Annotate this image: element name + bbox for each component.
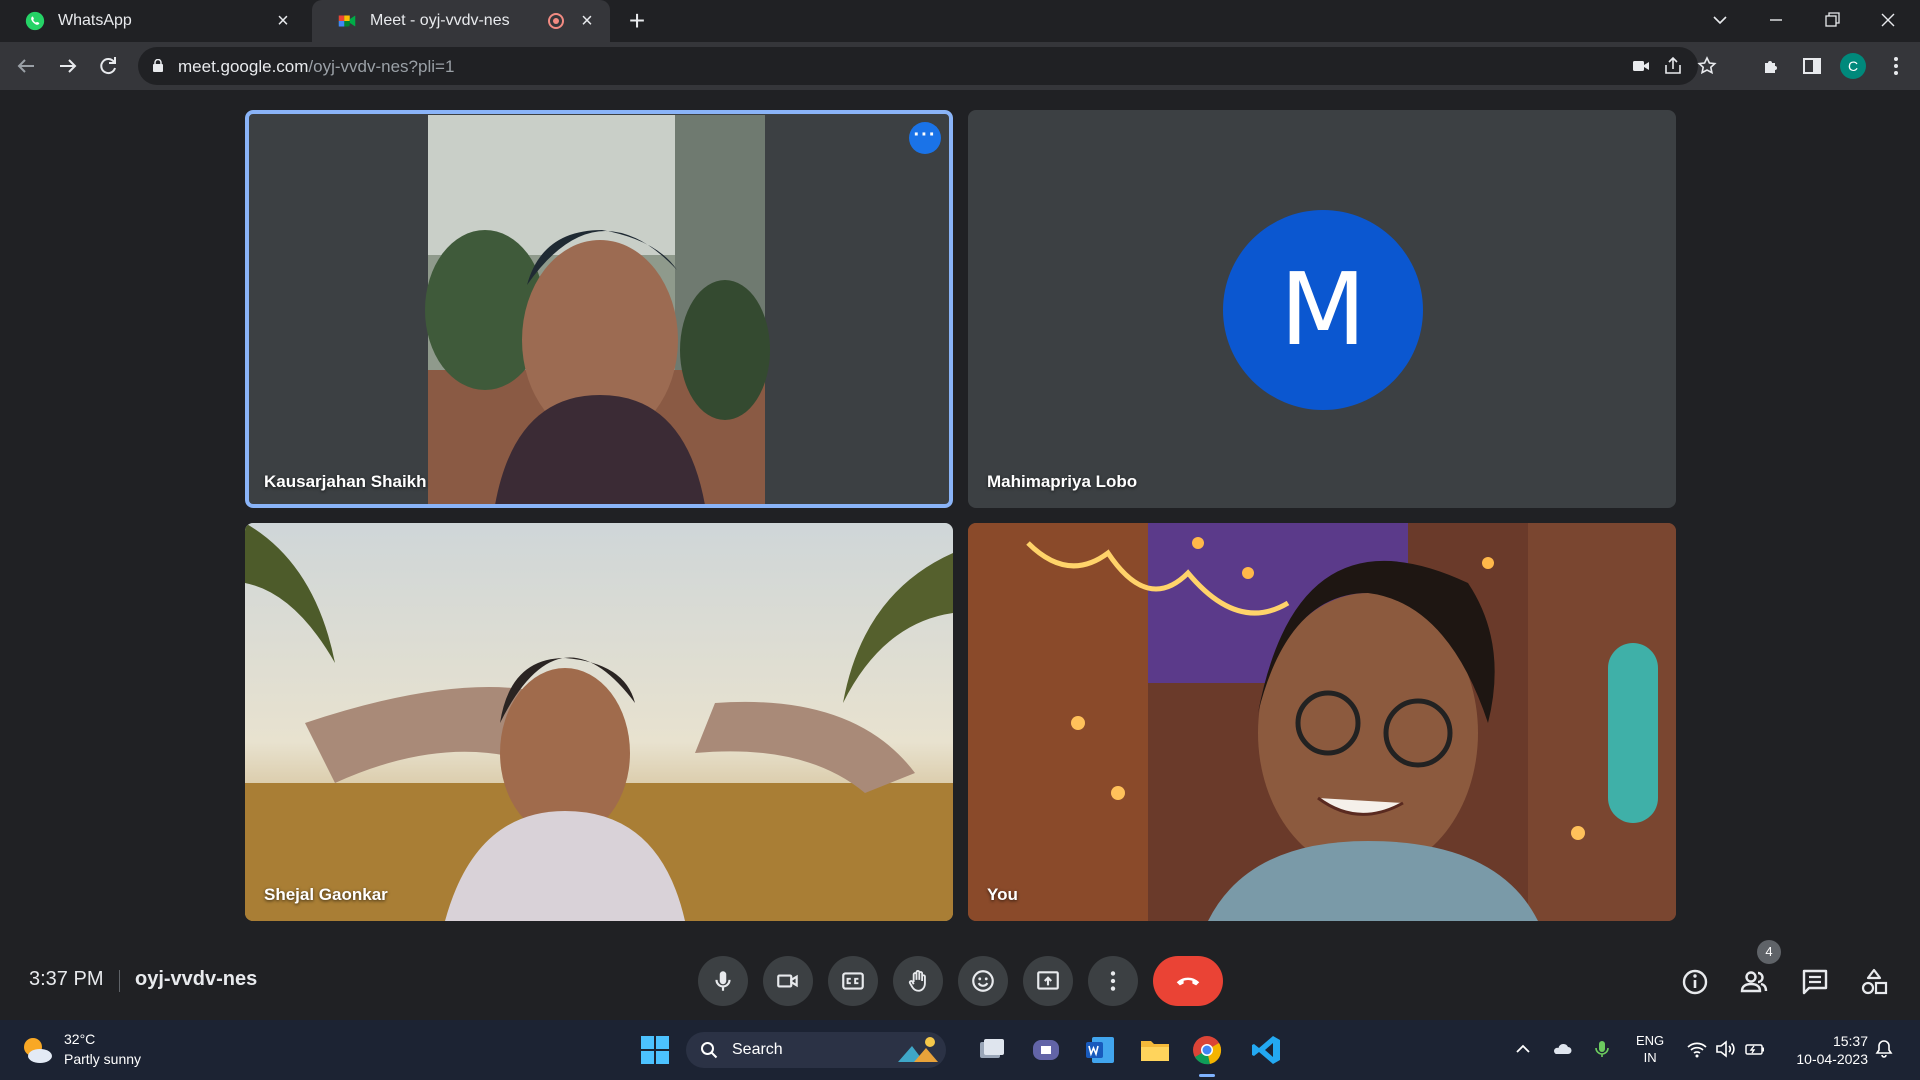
clock-time: 15:37 <box>1832 1033 1868 1049</box>
microphone-button[interactable] <box>698 956 748 1006</box>
input-language-indicator[interactable]: ENG IN <box>1636 1032 1664 1066</box>
lock-icon[interactable] <box>153 59 163 72</box>
browser-toolbar: meet.google.com/oyj-vvdv-nes?pli=1 C <box>0 42 1920 90</box>
participant-avatar: M <box>1223 210 1423 410</box>
captions-button[interactable] <box>828 956 878 1006</box>
back-arrow-icon[interactable] <box>10 50 42 82</box>
leave-call-button[interactable] <box>1153 956 1223 1006</box>
participant-tile[interactable]: Shejal Gaonkar <box>245 523 953 921</box>
weather-temperature[interactable]: 32°C <box>64 1031 95 1047</box>
task-view-icon[interactable] <box>975 1033 1009 1067</box>
participant-name: You <box>987 885 1018 904</box>
present-screen-icon <box>1037 971 1059 990</box>
microphone-in-use-icon[interactable] <box>1591 1038 1613 1060</box>
vscode-icon[interactable] <box>1249 1033 1283 1067</box>
divider <box>119 970 120 992</box>
active-app-indicator <box>1199 1074 1215 1077</box>
extensions-puzzle-icon[interactable] <box>1760 54 1784 78</box>
google-meet-icon <box>338 15 356 27</box>
reactions-button[interactable] <box>958 956 1008 1006</box>
meet-stage: ··· Kausarjahan Shaikh M Mahimapriya Lob… <box>0 90 1920 1020</box>
teams-chat-icon[interactable] <box>1029 1033 1063 1067</box>
tab-whatsapp[interactable]: WhatsApp × <box>0 0 306 42</box>
meeting-code: oyj-vvdv-nes <box>135 968 258 990</box>
video-camera-icon <box>777 974 798 988</box>
participant-video <box>968 523 1676 921</box>
side-panel-icon[interactable] <box>1800 54 1824 78</box>
wifi-icon[interactable] <box>1686 1038 1708 1060</box>
participant-tile[interactable]: M Mahimapriya Lobo <box>968 110 1676 508</box>
microsoft-word-icon[interactable] <box>1083 1033 1117 1067</box>
hang-up-phone-icon <box>1176 977 1200 986</box>
meeting-time: 3:37 PM <box>29 968 104 990</box>
meeting-details-info-icon[interactable] <box>1679 966 1711 998</box>
tab-title: WhatsApp <box>58 12 132 29</box>
google-chrome-icon[interactable] <box>1190 1033 1224 1067</box>
participant-tile[interactable]: You <box>968 523 1676 921</box>
activities-icon[interactable] <box>1858 966 1890 998</box>
raise-hand-button[interactable] <box>893 956 943 1006</box>
url-path: /oyj-vvdv-nes?pli=1 <box>308 57 455 76</box>
participant-name: Kausarjahan Shaikh <box>264 472 427 491</box>
close-tab-icon[interactable]: × <box>272 10 294 32</box>
close-tab-icon[interactable]: × <box>576 10 598 32</box>
onedrive-cloud-icon[interactable] <box>1551 1038 1573 1060</box>
participant-video <box>245 523 953 921</box>
language-region: IN <box>1643 1050 1657 1065</box>
volume-icon[interactable] <box>1714 1038 1736 1060</box>
restore-icon[interactable] <box>1810 4 1854 36</box>
search-label: Search <box>732 1041 783 1058</box>
microphone-icon <box>715 971 731 991</box>
tab-search-chevron-icon[interactable] <box>1698 4 1742 36</box>
address-bar[interactable]: meet.google.com/oyj-vvdv-nes?pli=1 <box>138 47 1717 85</box>
taskbar-search[interactable]: Search <box>686 1032 946 1068</box>
file-explorer-icon[interactable] <box>1138 1033 1172 1067</box>
more-options-button[interactable]: ··· <box>909 122 941 154</box>
share-icon[interactable] <box>1662 55 1684 77</box>
whatsapp-icon <box>25 11 45 31</box>
participant-video <box>245 110 953 508</box>
browser-tab-strip: WhatsApp × Meet - oyj-vvdv-nes × + <box>0 0 1920 42</box>
url-host: meet.google.com <box>178 57 309 76</box>
close-window-icon[interactable] <box>1866 4 1910 36</box>
system-clock[interactable]: 15:37 10-04-2023 <box>1784 1032 1868 1068</box>
forward-arrow-icon[interactable] <box>52 50 84 82</box>
raise-hand-icon <box>908 970 926 992</box>
bookmark-star-icon[interactable] <box>1696 55 1718 77</box>
search-highlight-icon <box>898 1037 938 1062</box>
more-options-button[interactable] <box>1088 956 1138 1006</box>
people-icon[interactable] <box>1738 966 1770 998</box>
language-code: ENG <box>1636 1033 1665 1048</box>
partly-sunny-weather-icon[interactable] <box>20 1034 54 1066</box>
tab-title: Meet - oyj-vvdv-nes <box>370 12 510 29</box>
profile-avatar[interactable]: C <box>1840 53 1866 79</box>
closed-captions-icon <box>842 972 864 990</box>
emoji-icon <box>972 970 994 992</box>
camera-button[interactable] <box>763 956 813 1006</box>
more-vertical-icon <box>1110 971 1116 991</box>
tab-meet[interactable]: Meet - oyj-vvdv-nes × <box>312 0 610 42</box>
recording-indicator-icon <box>548 13 564 29</box>
meet-control-bar: 3:37 PM oyj-vvdv-nes 4 <box>0 940 1920 1020</box>
participant-tile[interactable]: ··· Kausarjahan Shaikh <box>245 110 953 508</box>
windows-taskbar: 32°C Partly sunny Search ENG IN 15:37 10… <box>0 1020 1920 1080</box>
participant-count-badge: 4 <box>1757 940 1781 964</box>
show-hidden-icons-chevron-icon[interactable] <box>1512 1038 1534 1060</box>
url-text[interactable]: meet.google.com/oyj-vvdv-nes?pli=1 <box>178 57 454 77</box>
camera-in-use-icon[interactable] <box>1630 55 1652 77</box>
reload-icon[interactable] <box>92 50 124 82</box>
clock-date: 10-04-2023 <box>1796 1051 1868 1067</box>
weather-condition[interactable]: Partly sunny <box>64 1051 141 1067</box>
windows-start-icon[interactable] <box>638 1033 672 1067</box>
participant-name: Shejal Gaonkar <box>264 885 388 904</box>
browser-menu-icon[interactable] <box>1884 54 1908 78</box>
present-screen-button[interactable] <box>1023 956 1073 1006</box>
notifications-bell-icon[interactable] <box>1873 1038 1895 1060</box>
new-tab-button[interactable]: + <box>624 7 650 35</box>
minimize-icon[interactable] <box>1754 4 1798 36</box>
search-icon <box>701 1042 718 1059</box>
chat-icon[interactable] <box>1799 966 1831 998</box>
battery-charging-icon[interactable] <box>1744 1038 1766 1060</box>
participant-name: Mahimapriya Lobo <box>987 472 1138 491</box>
